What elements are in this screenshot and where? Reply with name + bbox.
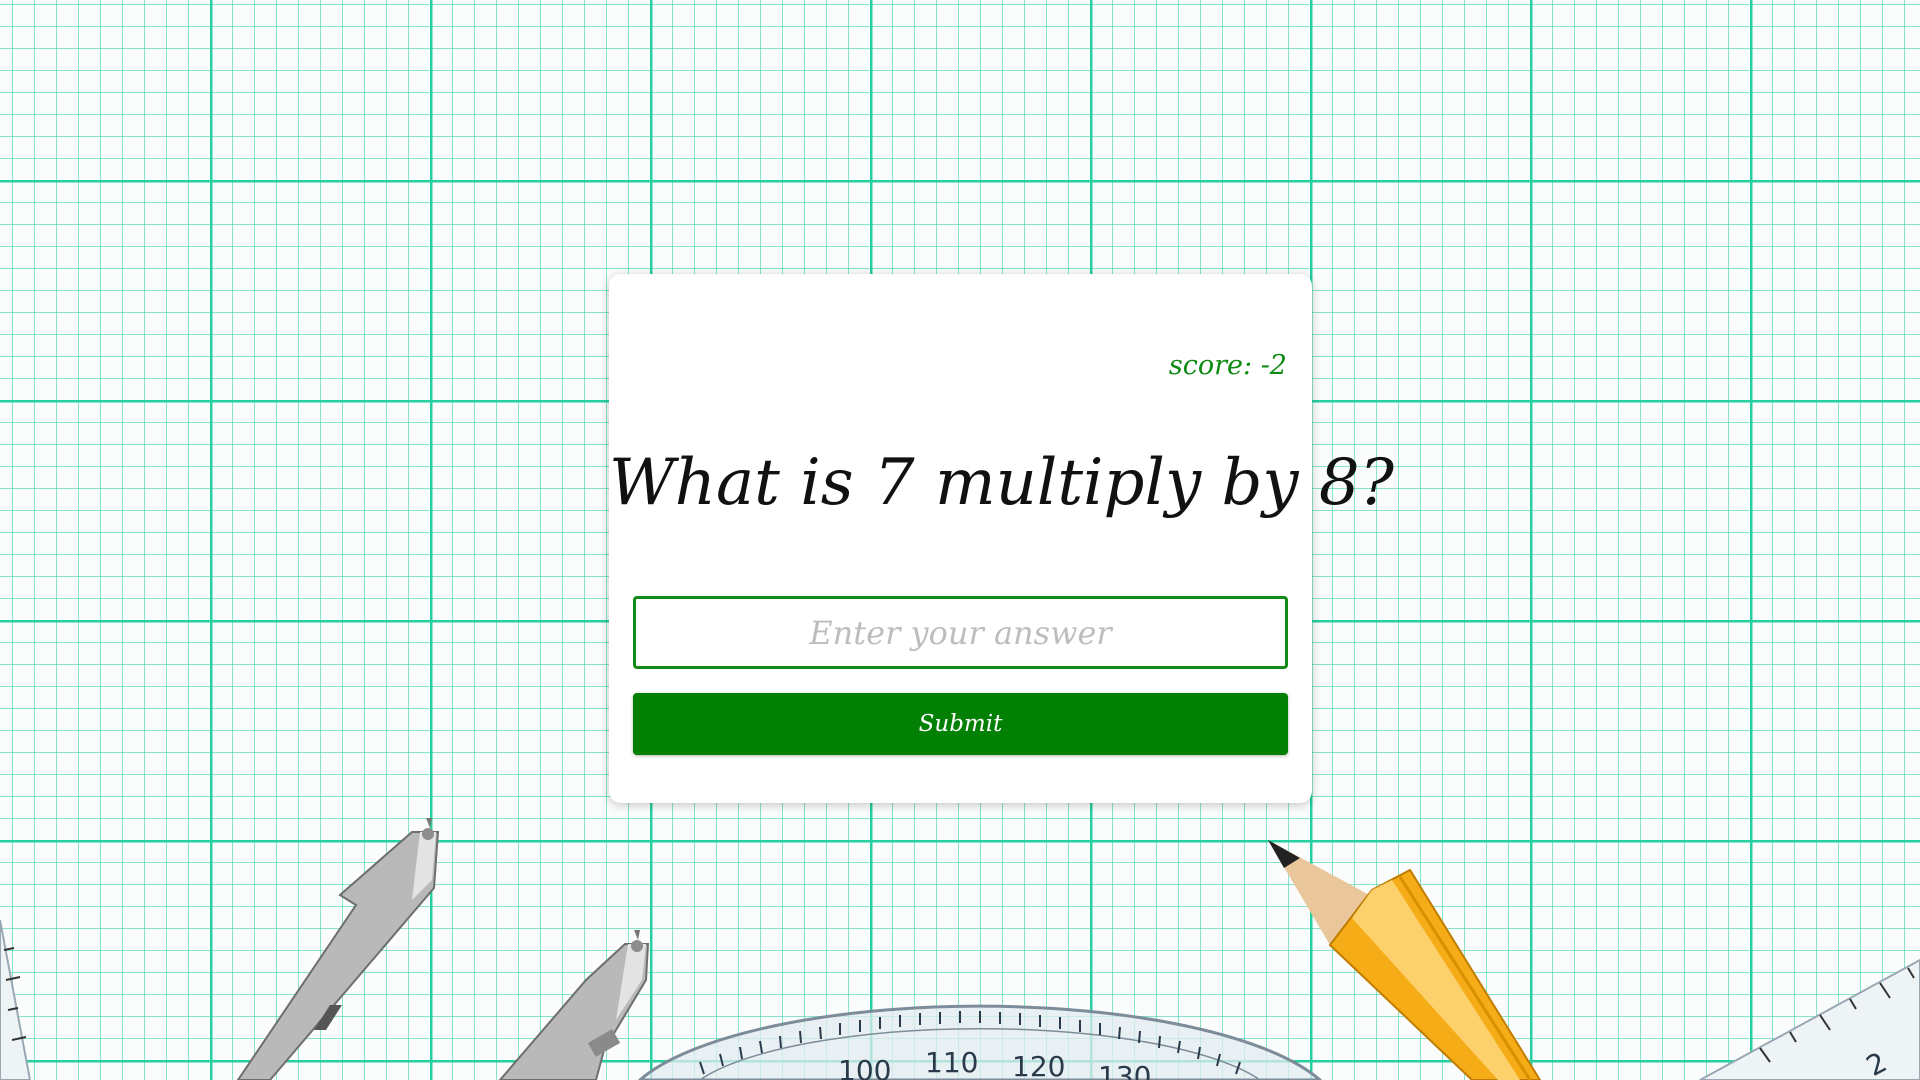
ruler-left-icon [0,919,32,1080]
protractor-icon: 100 110 120 130 [637,1004,1323,1080]
graph-paper-background: 100 110 120 130 2 score: -2 What is 7 mu… [0,0,1920,1080]
submit-button[interactable]: Submit [633,693,1288,755]
protractor-label: 120 [1012,1050,1065,1080]
answer-input[interactable] [633,596,1288,669]
protractor-label: 130 [1098,1060,1151,1080]
protractor-label: 100 [838,1054,891,1080]
question-text: What is 7 multiply by 8? [609,446,1394,520]
quiz-card: score: -2 What is 7 multiply by 8? Submi… [609,274,1394,803]
score-display: score: -2 [1168,350,1287,381]
ruler-right-icon: 2 [1699,958,1920,1080]
protractor-label: 110 [925,1046,978,1079]
compass-icon [236,818,650,1080]
pencil-icon [1268,840,1542,1080]
